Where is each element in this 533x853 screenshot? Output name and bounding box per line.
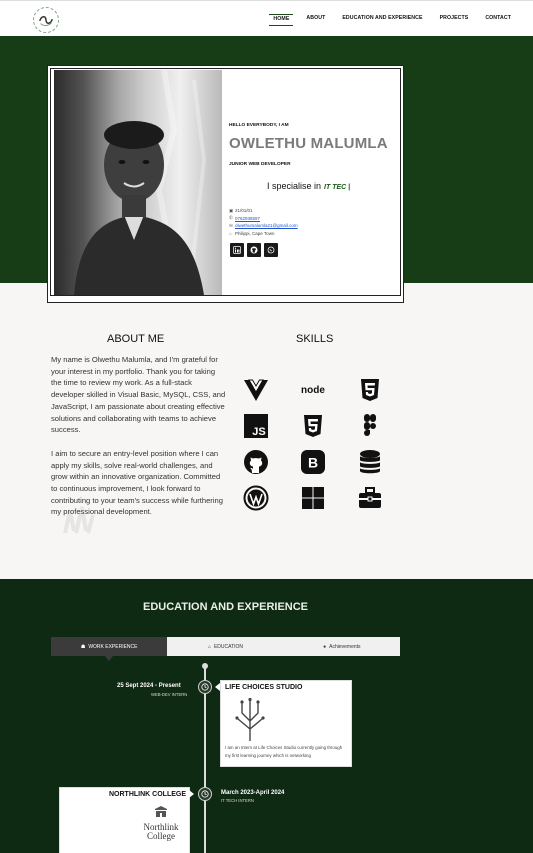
specialise-prefix: I specialise in — [267, 181, 322, 191]
circle-icon: ● — [323, 643, 327, 650]
tab-work-experience[interactable]: ☗ WORK EXPERIENCE — [51, 637, 168, 661]
tab-work-experience-label: WORK EXPERIENCE — [88, 643, 138, 650]
specialise-typed-text: IT TEC | — [324, 184, 351, 191]
college-crest-icon — [155, 806, 167, 817]
swirl-logo-icon[interactable] — [33, 7, 59, 33]
whatsapp-button[interactable] — [264, 243, 278, 257]
house-icon: ⌂ — [207, 643, 211, 650]
location-value: Philippi, Cape Town — [235, 230, 275, 236]
profile-photo — [54, 70, 222, 295]
node-icon-text: node — [301, 385, 325, 396]
vue-icon — [241, 375, 271, 405]
timeline-subtitle-1: WEB-DEV INTERN — [151, 692, 188, 697]
linkedin-icon — [233, 246, 241, 254]
card-text-life-choices: I am an Intern at Life Choices Studio cu… — [225, 745, 343, 758]
card-title-life-choices: LIFE CHOICES STUDIO — [225, 684, 303, 691]
node-icon: node — [298, 375, 328, 405]
birthday-value: 21/01/01 — [235, 208, 253, 214]
timeline-subtitle-2: IT TECH INTERN — [221, 798, 254, 803]
contact-list: ▣ 21/01/01 ✆ 0762936597 ✉ olwethumalumla… — [229, 207, 298, 237]
tab-education[interactable]: ⌂ EDUCATION — [167, 637, 283, 656]
card-title-northlink: NORTHLINK COLLEGE — [109, 791, 186, 798]
windows-icon — [298, 483, 328, 513]
navbar: HOME ABOUT EDUCATION AND EXPERIENCE PROJ… — [0, 0, 533, 36]
nav-links: HOME ABOUT EDUCATION AND EXPERIENCE PROJ… — [269, 14, 515, 26]
nav-projects[interactable]: PROJECTS — [436, 14, 473, 26]
contact-birthday: ▣ 21/01/01 — [229, 207, 298, 215]
about-title: ABOUT ME — [107, 333, 165, 345]
linkedin-button[interactable] — [230, 243, 244, 257]
hero-role: JUNIOR WEB DEVELOPER — [229, 162, 291, 167]
nav-contact[interactable]: CONTACT — [481, 14, 515, 26]
nav-education-experience[interactable]: EDUCATION AND EXPERIENCE — [338, 14, 426, 26]
tab-achievements[interactable]: ● Achievements — [284, 637, 400, 656]
tab-education-label: EDUCATION — [213, 643, 244, 650]
nav-home[interactable]: HOME — [269, 14, 294, 26]
phone-link[interactable]: 0762936597 — [235, 216, 260, 221]
html5-icon — [355, 375, 385, 405]
circuit-tree-logo-icon — [235, 697, 265, 741]
hero-greeting: HELLO EVERYBODY, I AM — [229, 123, 289, 128]
toolbox-icon — [355, 483, 385, 513]
nav-about[interactable]: ABOUT — [302, 14, 329, 26]
database-icon — [355, 447, 385, 477]
about-paragraph-1: My name is Olwethu Malumla, and I'm grat… — [51, 355, 226, 435]
tab-achievements-label: Achievements — [329, 643, 361, 650]
github-skill-icon — [241, 447, 271, 477]
wordpress-icon — [241, 483, 271, 513]
card-pointer — [189, 790, 194, 798]
hand-decoration-icon — [63, 506, 95, 534]
contact-phone: ✆ 0762936597 — [229, 215, 298, 223]
whatsapp-icon — [267, 246, 275, 254]
clock-icon — [198, 680, 212, 694]
github-icon — [250, 246, 258, 254]
hero-name: OWLETHU MALUMLA — [229, 135, 388, 152]
about-text: My name is Olwethu Malumla, and I'm grat… — [51, 354, 226, 518]
skills-title: SKILLS — [296, 333, 334, 345]
figma-icon — [355, 411, 385, 441]
user-icon: ☗ — [80, 643, 86, 650]
social-links — [230, 243, 278, 257]
education-title: EDUCATION AND EXPERIENCE — [142, 601, 309, 613]
bootstrap-icon-text: B — [308, 455, 318, 471]
bootstrap-icon: B — [298, 447, 328, 477]
javascript-icon: JS — [241, 411, 271, 441]
timeline-date-1: 25 Sept 2024 - Present — [117, 683, 181, 689]
contact-location: ⌂ Philippi, Cape Town — [229, 230, 298, 238]
timeline-date-2: March 2023-April 2024 — [221, 790, 285, 796]
js-icon-text: JS — [252, 426, 265, 438]
css3-icon — [298, 411, 328, 441]
education-tabs: ☗ WORK EXPERIENCE ⌂ EDUCATION ● Achievem… — [51, 637, 400, 661]
timeline-start-dot — [202, 663, 208, 669]
email-link[interactable]: olwethumalumla21@gmail.com — [235, 223, 298, 228]
clock-icon — [198, 787, 212, 801]
timeline-line — [204, 666, 206, 853]
github-button[interactable] — [247, 243, 261, 257]
specialise-line: I specialise in IT TEC | — [267, 181, 350, 191]
northlink-logo: Northlink College — [141, 805, 181, 845]
skills-grid: node JS B — [241, 375, 385, 513]
northlink-logo-line2: College — [147, 831, 175, 841]
contact-email: ✉ olwethumalumla21@gmail.com — [229, 222, 298, 230]
